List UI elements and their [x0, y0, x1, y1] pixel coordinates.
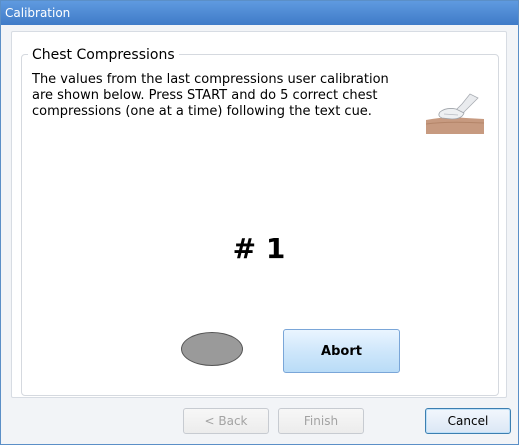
compression-counter: # 1 — [232, 232, 286, 265]
status-indicator-light — [181, 332, 243, 366]
cancel-button[interactable]: Cancel — [425, 408, 511, 434]
dialog-content: Chest Compressions The values from the l… — [11, 31, 507, 398]
window-titlebar: Calibration — [1, 1, 518, 25]
calibration-window: Calibration Chest Compressions The value… — [0, 0, 519, 445]
finish-button[interactable]: Finish — [278, 408, 364, 434]
back-button[interactable]: < Back — [183, 408, 269, 434]
instructions-text: The values from the last compressions us… — [32, 72, 389, 119]
gloved-hands-chest-compression-icon — [426, 90, 484, 134]
abort-button[interactable]: Abort — [283, 329, 400, 373]
window-title: Calibration — [5, 6, 71, 20]
group-title: Chest Compressions — [28, 46, 179, 64]
